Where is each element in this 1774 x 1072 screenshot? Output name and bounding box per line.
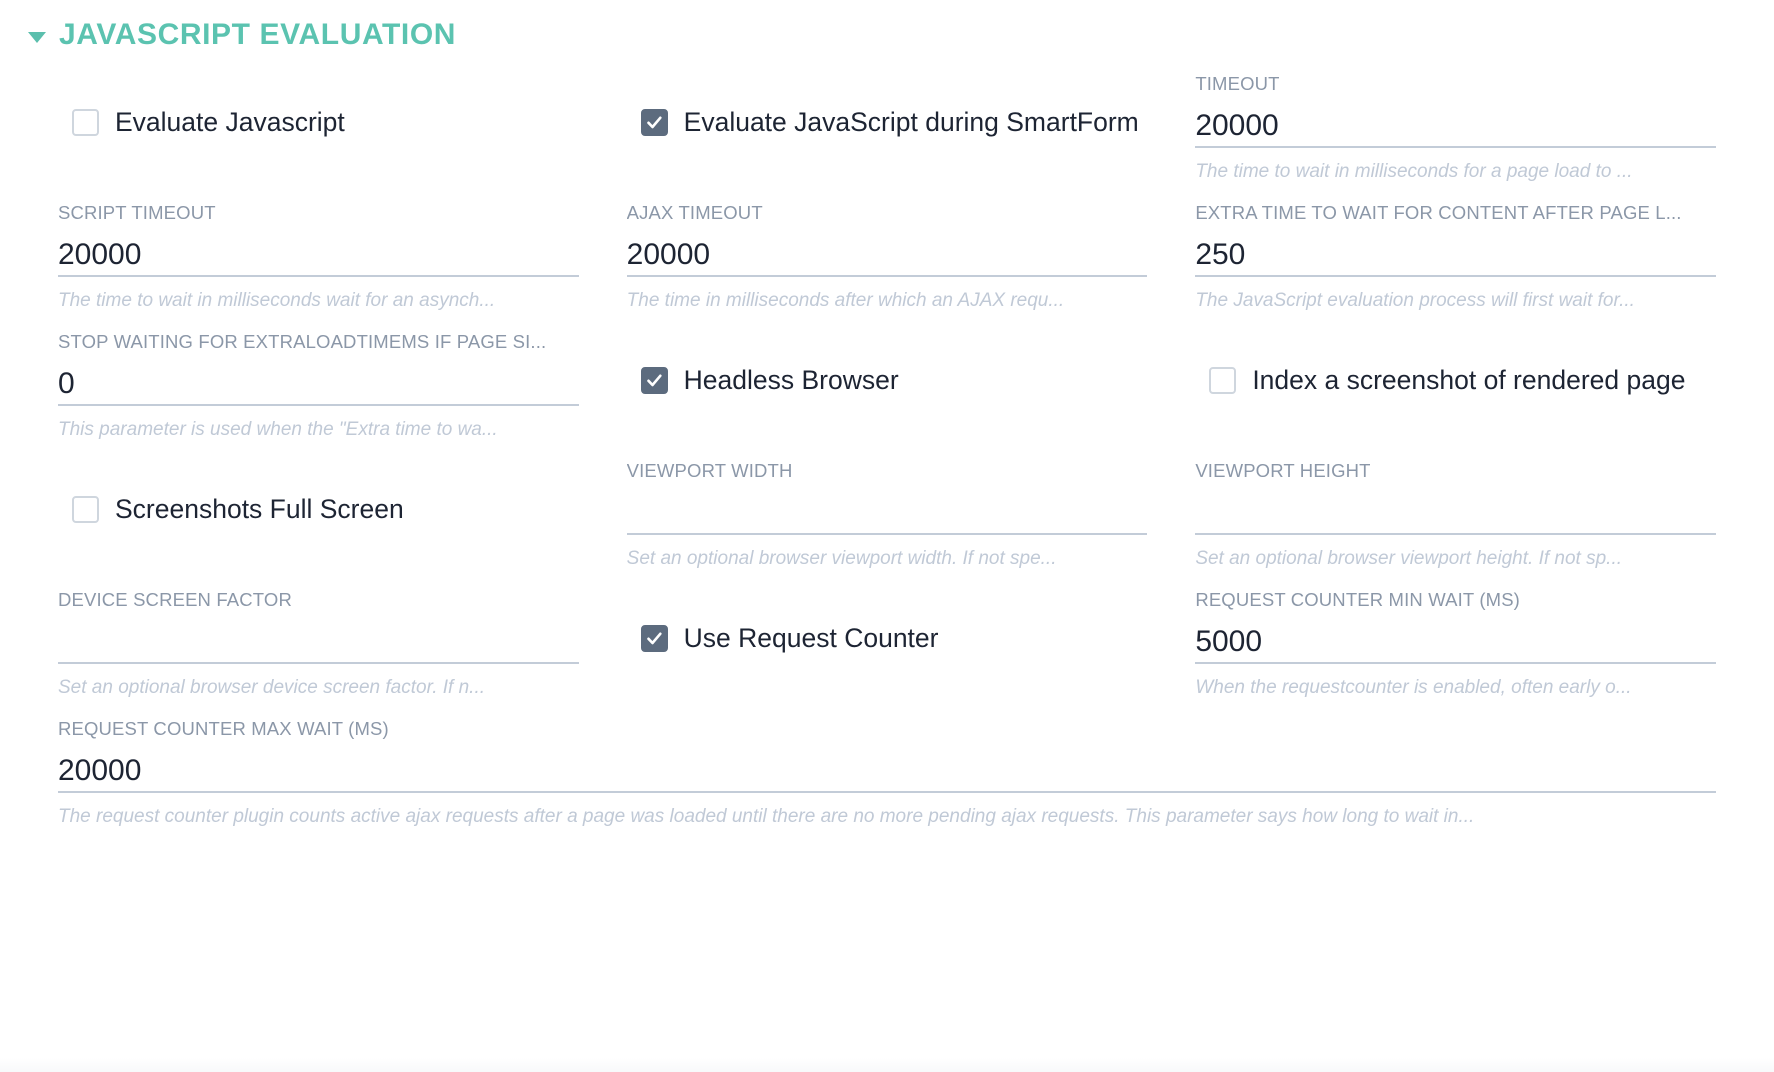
cell-script-timeout: SCRIPT TIMEOUT 20000 The time to wait in…	[34, 185, 603, 314]
cell-use-request-counter: Use Request Counter	[603, 572, 1172, 701]
field-label-extra-time-content: EXTRA TIME TO WAIT FOR CONTENT AFTER PAG…	[1195, 202, 1682, 223]
checkbox-label-screenshots-full-screen: Screenshots Full Screen	[115, 494, 404, 524]
checkbox-label-index-screenshot: Index a screenshot of rendered page	[1252, 365, 1686, 395]
field-value-request-counter-max-wait: 20000	[58, 754, 142, 787]
field-label-script-timeout: SCRIPT TIMEOUT	[58, 202, 216, 223]
input-device-screen-factor[interactable]	[58, 612, 579, 664]
cell-request-counter-max-wait: REQUEST COUNTER MAX WAIT (MS) 20000 The …	[34, 701, 1740, 830]
input-viewport-width[interactable]	[626, 483, 1148, 535]
field-label-device-screen-factor: DEVICE SCREEN FACTOR	[58, 589, 292, 610]
cell-viewport-width: VIEWPORT WIDTH Set an optional browser v…	[603, 443, 1172, 572]
settings-grid: Evaluate Javascript Evaluate JavaScript …	[0, 56, 1774, 830]
field-value-extra-time-content: 250	[1195, 238, 1246, 271]
field-request-counter-min-wait: REQUEST COUNTER MIN WAIT (MS) 5000 When …	[1195, 572, 1716, 701]
checkbox-evaluate-javascript-smartform[interactable]: Evaluate JavaScript during SmartForm	[627, 56, 1148, 154]
field-label-request-counter-max-wait: REQUEST COUNTER MAX WAIT (MS)	[58, 718, 389, 739]
field-label-ajax-timeout: AJAX TIMEOUT	[626, 202, 763, 223]
cell-evaluate-javascript: Evaluate Javascript	[34, 56, 603, 185]
field-label-viewport-height: VIEWPORT HEIGHT	[1195, 460, 1371, 481]
input-timeout[interactable]: 20000	[1195, 96, 1716, 148]
checkbox-index-screenshot[interactable]: Index a screenshot of rendered page	[1195, 314, 1716, 412]
field-timeout: TIMEOUT 20000 The time to wait in millis…	[1195, 56, 1716, 185]
field-viewport-width: VIEWPORT WIDTH Set an optional browser v…	[626, 443, 1148, 572]
input-extra-time-content[interactable]: 250	[1195, 225, 1716, 277]
field-extra-time-content: EXTRA TIME TO WAIT FOR CONTENT AFTER PAG…	[1195, 185, 1716, 314]
caret-down-icon[interactable]	[28, 31, 46, 43]
field-value-timeout: 20000	[1195, 109, 1279, 142]
checkbox-icon-unchecked[interactable]	[72, 108, 99, 136]
field-ajax-timeout: AJAX TIMEOUT 20000 The time in milliseco…	[626, 185, 1148, 314]
cell-stop-waiting-extraloadtimems: STOP WAITING FOR EXTRALOADTIMEMS IF PAGE…	[34, 314, 603, 443]
field-value-ajax-timeout: 20000	[626, 238, 711, 271]
settings-row: REQUEST COUNTER MAX WAIT (MS) 20000 The …	[34, 701, 1740, 830]
field-help-ajax-timeout: The time in milliseconds after which an …	[626, 290, 1065, 311]
cell-timeout: TIMEOUT 20000 The time to wait in millis…	[1171, 56, 1740, 185]
field-help-script-timeout: The time to wait in milliseconds wait fo…	[58, 290, 496, 311]
field-help-viewport-width: Set an optional browser viewport width. …	[626, 548, 1057, 569]
settings-row: STOP WAITING FOR EXTRALOADTIMEMS IF PAGE…	[34, 314, 1740, 443]
input-viewport-height[interactable]	[1195, 483, 1716, 535]
checkbox-label-evaluate-javascript-smartform: Evaluate JavaScript during SmartForm	[683, 107, 1139, 137]
field-viewport-height: VIEWPORT HEIGHT Set an optional browser …	[1195, 443, 1716, 572]
cell-extra-time-content: EXTRA TIME TO WAIT FOR CONTENT AFTER PAG…	[1171, 185, 1740, 314]
javascript-evaluation-panel: JAVASCRIPT EVALUATION Evaluate Javascrip…	[0, 0, 1774, 1072]
checkbox-label-headless-browser: Headless Browser	[683, 365, 899, 395]
cell-evaluate-javascript-smartform: Evaluate JavaScript during SmartForm	[603, 56, 1172, 185]
cell-request-counter-min-wait: REQUEST COUNTER MIN WAIT (MS) 5000 When …	[1171, 572, 1740, 701]
cell-ajax-timeout: AJAX TIMEOUT 20000 The time in milliseco…	[603, 185, 1172, 314]
input-request-counter-max-wait[interactable]: 20000	[58, 741, 1716, 793]
field-help-timeout: The time to wait in milliseconds for a p…	[1195, 161, 1633, 182]
field-label-timeout: TIMEOUT	[1195, 73, 1280, 94]
checkbox-use-request-counter[interactable]: Use Request Counter	[627, 572, 1148, 670]
section-header-javascript-evaluation[interactable]: JAVASCRIPT EVALUATION	[0, 0, 1774, 56]
settings-row: Screenshots Full Screen VIEWPORT WIDTH S…	[34, 443, 1740, 572]
checkbox-screenshots-full-screen[interactable]: Screenshots Full Screen	[58, 443, 579, 541]
checkbox-icon-unchecked[interactable]	[1209, 366, 1237, 394]
checkbox-label-evaluate-javascript: Evaluate Javascript	[115, 107, 345, 137]
input-stop-waiting-extraloadtimems[interactable]: 0	[58, 354, 579, 406]
field-stop-waiting-extraloadtimems: STOP WAITING FOR EXTRALOADTIMEMS IF PAGE…	[58, 314, 579, 443]
field-help-device-screen-factor: Set an optional browser device screen fa…	[58, 677, 486, 698]
cell-device-screen-factor: DEVICE SCREEN FACTOR Set an optional bro…	[34, 572, 603, 701]
settings-row: SCRIPT TIMEOUT 20000 The time to wait in…	[34, 185, 1740, 314]
cell-index-screenshot: Index a screenshot of rendered page	[1171, 314, 1740, 443]
input-request-counter-min-wait[interactable]: 5000	[1195, 612, 1716, 664]
input-ajax-timeout[interactable]: 20000	[626, 225, 1148, 277]
input-script-timeout[interactable]: 20000	[58, 225, 579, 277]
checkbox-icon-checked[interactable]	[640, 366, 668, 394]
field-label-viewport-width: VIEWPORT WIDTH	[626, 460, 793, 481]
field-help-stop-waiting-extraloadtimems: This parameter is used when the "Extra t…	[58, 419, 498, 440]
field-label-stop-waiting-extraloadtimems: STOP WAITING FOR EXTRALOADTIMEMS IF PAGE…	[58, 331, 547, 352]
field-help-extra-time-content: The JavaScript evaluation process will f…	[1195, 290, 1635, 311]
checkbox-icon-checked[interactable]	[640, 624, 668, 652]
field-value-script-timeout: 20000	[58, 238, 142, 271]
settings-row: Evaluate Javascript Evaluate JavaScript …	[34, 56, 1740, 185]
checkbox-evaluate-javascript[interactable]: Evaluate Javascript	[58, 56, 579, 154]
cell-screenshots-full-screen: Screenshots Full Screen	[34, 443, 603, 572]
field-request-counter-max-wait: REQUEST COUNTER MAX WAIT (MS) 20000 The …	[58, 701, 1716, 830]
panel-bottom-divider	[0, 1058, 1774, 1072]
field-help-request-counter-max-wait: The request counter plugin counts active…	[58, 806, 1475, 827]
cell-headless-browser: Headless Browser	[603, 314, 1172, 443]
field-script-timeout: SCRIPT TIMEOUT 20000 The time to wait in…	[58, 185, 579, 314]
checkbox-label-use-request-counter: Use Request Counter	[683, 623, 939, 653]
field-help-viewport-height: Set an optional browser viewport height.…	[1195, 548, 1622, 569]
field-device-screen-factor: DEVICE SCREEN FACTOR Set an optional bro…	[58, 572, 579, 701]
checkbox-icon-unchecked[interactable]	[72, 495, 99, 523]
field-help-request-counter-min-wait: When the requestcounter is enabled, ofte…	[1195, 677, 1632, 698]
cell-viewport-height: VIEWPORT HEIGHT Set an optional browser …	[1171, 443, 1740, 572]
checkbox-icon-checked[interactable]	[640, 108, 668, 136]
field-value-stop-waiting-extraloadtimems: 0	[58, 367, 75, 400]
page-title: JAVASCRIPT EVALUATION	[59, 18, 457, 51]
field-label-request-counter-min-wait: REQUEST COUNTER MIN WAIT (MS)	[1195, 589, 1520, 610]
checkbox-headless-browser[interactable]: Headless Browser	[627, 314, 1148, 412]
settings-row: DEVICE SCREEN FACTOR Set an optional bro…	[34, 572, 1740, 701]
field-value-request-counter-min-wait: 5000	[1195, 625, 1263, 658]
